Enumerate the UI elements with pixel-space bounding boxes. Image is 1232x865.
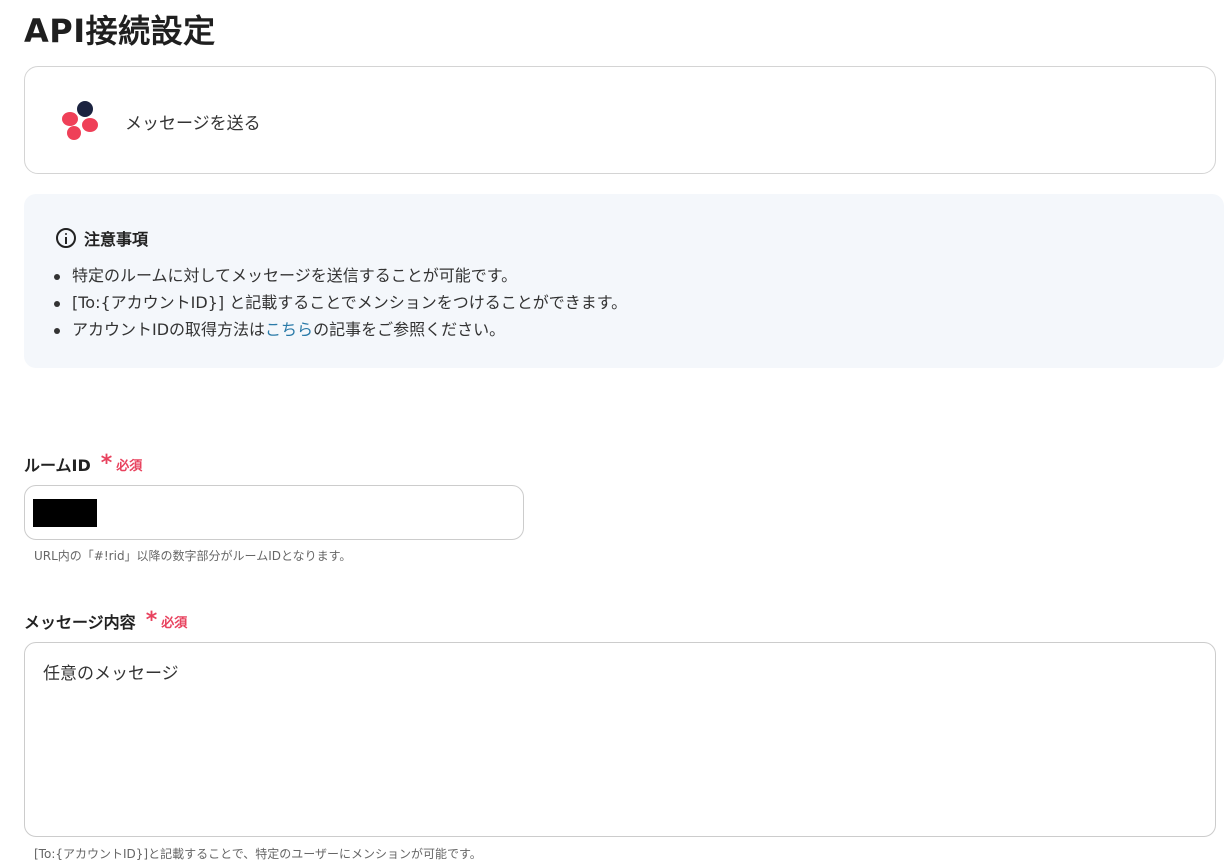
notice-item-text: の記事をご参照ください。 bbox=[313, 320, 506, 339]
message-hint: [To:{アカウントID}]と記載することで、特定のユーザーにメンションが可能で… bbox=[34, 847, 482, 861]
room-id-label-text: ルームID bbox=[24, 456, 91, 475]
page-title: API接続設定 bbox=[24, 12, 216, 50]
message-label-text: メッセージ内容 bbox=[24, 613, 136, 632]
notice-item-text: アカウントIDの取得方法は bbox=[72, 320, 266, 339]
notice-title: 注意事項 bbox=[84, 230, 149, 249]
notice-header: 注意事項 bbox=[56, 226, 148, 250]
required-text: 必須 bbox=[161, 615, 188, 631]
notice-item-text: [To:{アカウントID}] と記載することでメンションをつけることができます。 bbox=[72, 293, 628, 312]
notice-item: [To:{アカウントID}] と記載することでメンションをつけることができます。 bbox=[50, 289, 627, 316]
notice-item: アカウントIDの取得方法はこちらの記事をご参照ください。 bbox=[50, 316, 627, 343]
message-label: メッセージ内容 * 必須 bbox=[24, 609, 187, 633]
required-text: 必須 bbox=[116, 458, 143, 474]
required-asterisk-icon: * bbox=[145, 608, 158, 633]
notice-item: 特定のルームに対してメッセージを送信することが可能です。 bbox=[50, 262, 627, 289]
notice-item-text: 特定のルームに対してメッセージを送信することが可能です。 bbox=[72, 266, 518, 285]
message-textarea[interactable]: 任意のメッセージ bbox=[24, 642, 1216, 837]
room-id-hint: URL内の「#!rid」以降の数字部分がルームIDとなります。 bbox=[34, 549, 352, 563]
notice-list: 特定のルームに対してメッセージを送信することが可能です。 [To:{アカウントI… bbox=[50, 262, 627, 343]
chatwork-logo-icon bbox=[62, 101, 98, 140]
required-badge: * 必須 bbox=[145, 608, 188, 633]
redacted-value bbox=[33, 499, 97, 527]
required-asterisk-icon: * bbox=[100, 451, 113, 476]
article-link[interactable]: こちら bbox=[265, 320, 313, 339]
api-connection-settings-page: API接続設定 メッセージを送る 注意事項 特定のルームに対してメッセージを送信… bbox=[0, 0, 1232, 865]
room-id-label: ルームID * 必須 bbox=[24, 452, 142, 476]
info-icon bbox=[56, 228, 76, 248]
room-id-input[interactable] bbox=[24, 485, 524, 540]
required-badge: * 必須 bbox=[100, 451, 143, 476]
action-label: メッセージを送る bbox=[125, 114, 261, 134]
